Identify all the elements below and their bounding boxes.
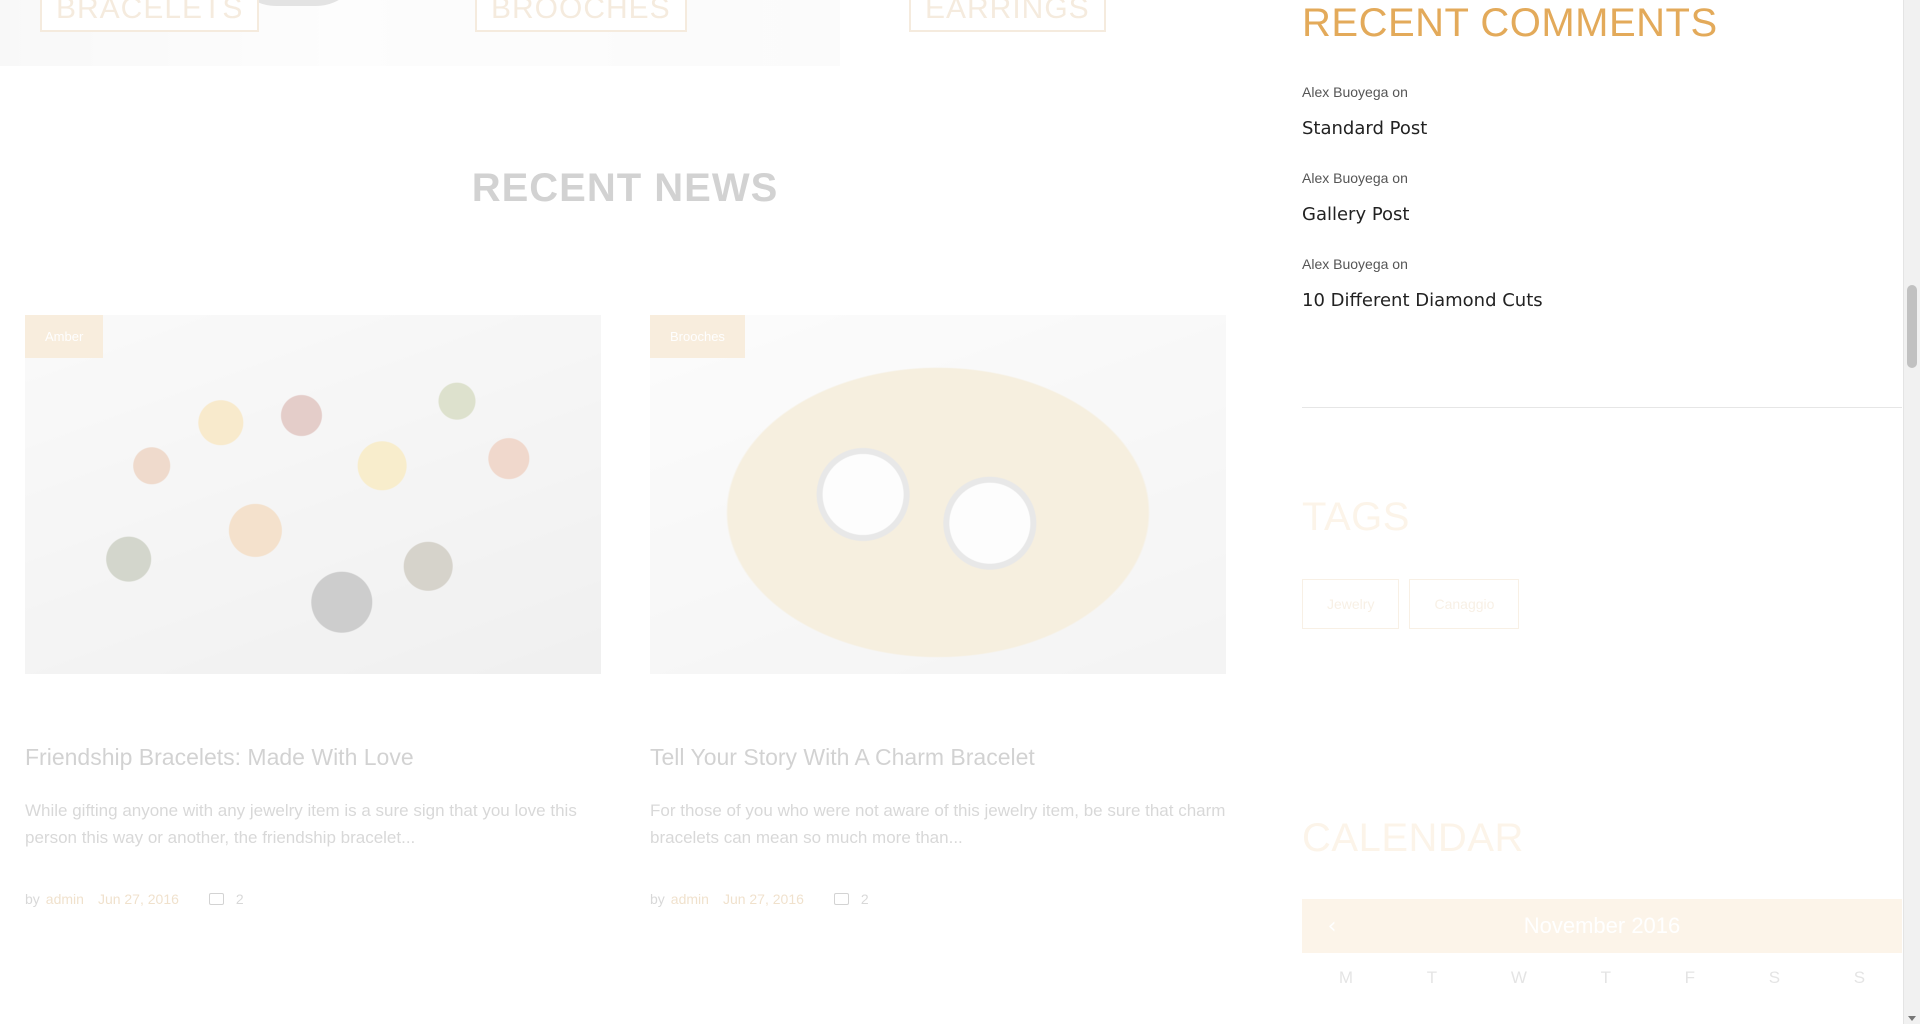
category-brooches-button[interactable]: BROOCHES [475, 0, 687, 32]
weekday-label: F [1684, 968, 1696, 987]
calendar-title: CALENDAR [1302, 816, 1524, 860]
category-earrings-button[interactable]: EARRINGS [909, 0, 1106, 32]
page-scrollbar[interactable] [1903, 0, 1920, 1024]
sidebar-divider [1302, 407, 1902, 408]
post-comment-count[interactable]: 2 [236, 891, 244, 907]
calendar-header: ‹ November 2016 [1302, 899, 1902, 953]
news-post-card: Amber Friendship Bracelets: Made With Lo… [25, 315, 601, 907]
tags-title: TAGS [1302, 495, 1410, 539]
calendar-month: November 2016 [1523, 913, 1681, 938]
recent-comment-item: Alex Buoyega on 10 Different Diamond Cut… [1302, 254, 1543, 340]
post-by-label: by [25, 891, 40, 907]
comment-post-link[interactable]: 10 Different Diamond Cuts [1302, 290, 1543, 311]
post-excerpt: While gifting anyone with any jewelry it… [25, 801, 577, 847]
scrollbar-thumb[interactable] [1907, 285, 1917, 368]
comment-icon [208, 893, 224, 905]
comment-icon [833, 893, 849, 905]
comment-author: Alex Buoyega on [1302, 256, 1408, 272]
weekday-label: S [1853, 968, 1866, 987]
recent-comment-item: Alex Buoyega on Gallery Post [1302, 168, 1543, 254]
tag-jewelry-link[interactable]: Jewelry [1302, 579, 1400, 629]
comment-author: Alex Buoyega on [1302, 84, 1408, 100]
post-category-badge[interactable]: Amber [25, 315, 104, 358]
tag-canaggio-link[interactable]: Canaggio [1409, 579, 1520, 629]
tag-cloud: Jewelry Canaggio [1302, 579, 1520, 629]
comment-post-link[interactable]: Standard Post [1302, 118, 1543, 139]
post-author-link[interactable]: admin [46, 891, 84, 907]
post-author-link[interactable]: admin [671, 891, 709, 907]
post-date-link[interactable]: Jun 27, 2016 [98, 891, 179, 907]
recent-news-heading: RECENT NEWS [471, 166, 779, 210]
recent-comments-list: Alex Buoyega on Standard Post Alex Buoye… [1302, 82, 1543, 340]
post-category-badge[interactable]: Brooches [650, 315, 745, 358]
recent-comment-item: Alex Buoyega on Standard Post [1302, 82, 1543, 168]
post-image[interactable]: Brooches [650, 315, 1226, 674]
weekday-label: W [1510, 968, 1527, 987]
category-tiles: BRACELETS BROOCHES EARRINGS [0, 0, 1260, 66]
weekday-label: T [1600, 968, 1611, 987]
post-title-link[interactable]: Friendship Bracelets: Made With Love [25, 744, 601, 771]
post-date-link[interactable]: Jun 27, 2016 [723, 891, 804, 907]
post-title-link[interactable]: Tell Your Story With A Charm Bracelet [650, 744, 1226, 771]
post-image[interactable]: Amber [25, 315, 601, 674]
post-meta: by admin Jun 27, 2016 2 [25, 891, 601, 907]
weekday-label: S [1768, 968, 1781, 987]
news-post-card: Brooches Tell Your Story With A Charm Br… [650, 315, 1226, 907]
weekday-label: T [1426, 968, 1438, 987]
recent-comments-title: RECENT COMMENTS [1302, 1, 1718, 45]
post-by-label: by [650, 891, 665, 907]
post-meta: by admin Jun 27, 2016 2 [650, 891, 1226, 907]
calendar-prev-icon[interactable]: ‹ [1302, 914, 1362, 939]
scroll-down-arrow-icon[interactable] [1908, 1016, 1916, 1021]
calendar-weekdays: M T W T F S S [1302, 968, 1902, 988]
weekday-label: M [1338, 968, 1354, 987]
post-comment-count[interactable]: 2 [861, 891, 869, 907]
comment-post-link[interactable]: Gallery Post [1302, 204, 1543, 225]
post-excerpt: For those of you who were not aware of t… [650, 801, 1226, 847]
comment-author: Alex Buoyega on [1302, 170, 1408, 186]
category-bracelets-button[interactable]: BRACELETS [40, 0, 260, 32]
